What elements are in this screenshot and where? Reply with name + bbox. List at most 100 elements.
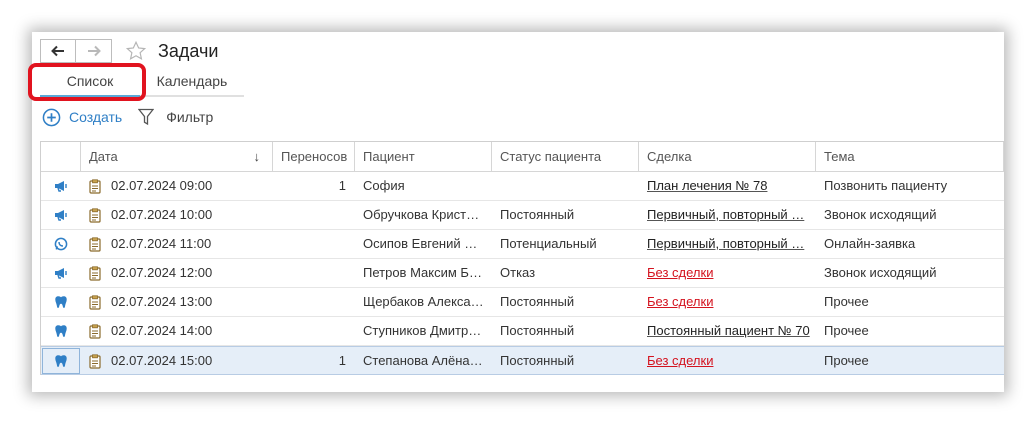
column-header-deal[interactable]: Сделка (639, 142, 816, 172)
deal-link[interactable]: Постоянный пациент № 70 (647, 323, 810, 338)
topic-cell[interactable]: Прочее (816, 317, 1004, 345)
tooth-icon (54, 324, 68, 339)
column-header-date-label: Дата (89, 149, 118, 164)
deal-link[interactable]: Без сделки (647, 265, 713, 280)
date-value: 02.07.2024 12:00 (111, 265, 213, 280)
sort-descending-icon: ↓ (253, 149, 261, 164)
task-type-cell[interactable] (41, 230, 81, 258)
patient-cell[interactable]: Осипов Евгений … (355, 230, 492, 258)
date-value: 02.07.2024 11:00 (111, 236, 212, 251)
whatsapp-icon (54, 237, 68, 251)
create-button[interactable]: Создать (42, 108, 122, 127)
task-type-cell[interactable] (41, 201, 81, 229)
deal-link[interactable]: Первичный, повторный … (647, 207, 804, 222)
deal-cell[interactable]: Без сделки (639, 259, 816, 287)
date-value: 02.07.2024 13:00 (111, 294, 213, 309)
transfers-cell[interactable] (273, 288, 355, 316)
column-header-transfers[interactable]: Переносов (273, 142, 355, 172)
deal-cell[interactable]: Без сделки (639, 347, 816, 375)
transfers-cell[interactable] (273, 317, 355, 345)
patient-status-cell[interactable]: Постоянный (492, 317, 639, 345)
column-header-type[interactable] (41, 142, 81, 172)
view-tabs: Список Календарь (40, 73, 244, 98)
task-type-cell[interactable] (41, 259, 81, 287)
tab-list[interactable]: Список (40, 73, 140, 98)
patient-status-cell[interactable]: Постоянный (492, 288, 639, 316)
forward-button[interactable] (76, 39, 112, 63)
task-type-cell[interactable] (41, 347, 81, 375)
patient-cell[interactable]: Петров Максим Б… (355, 259, 492, 287)
table-row[interactable]: 02.07.2024 09:00 1 София План лечения № 78 П… (41, 172, 1004, 201)
patient-status-cell[interactable]: Отказ (492, 259, 639, 287)
patient-status-cell[interactable] (492, 172, 639, 200)
column-header-patient[interactable]: Пациент (355, 142, 492, 172)
date-cell[interactable]: 02.07.2024 10:00 (81, 201, 273, 229)
task-type-cell[interactable] (41, 172, 81, 200)
topic-cell[interactable]: Звонок исходящий (816, 201, 1004, 229)
filter-button-label: Фильтр (166, 109, 214, 125)
table-row[interactable]: 02.07.2024 15:00 1 Степанова Алёна… Постоян… (41, 346, 1004, 375)
transfers-cell[interactable]: 1 (273, 347, 355, 375)
column-header-patient-status[interactable]: Статус пациента (492, 142, 639, 172)
deal-link[interactable]: Первичный, повторный … (647, 236, 804, 251)
clipboard-icon (89, 178, 101, 194)
date-cell[interactable]: 02.07.2024 12:00 (81, 259, 273, 287)
topic-cell[interactable]: Позвонить пациенту (816, 172, 1004, 200)
table-row[interactable]: 02.07.2024 14:00 Ступников Дмитр… Постоянн… (41, 317, 1004, 346)
table-row[interactable]: 02.07.2024 10:00 Обручкова Крист… Постоянн… (41, 201, 1004, 230)
table-row[interactable]: 02.07.2024 11:00 Осипов Евгений … Потенциа… (41, 230, 1004, 259)
patient-cell[interactable]: Ступников Дмитр… (355, 317, 492, 345)
date-value: 02.07.2024 14:00 (111, 323, 213, 338)
table-row[interactable]: 02.07.2024 12:00 Петров Максим Б… Отказ Без… (41, 259, 1004, 288)
tooth-icon (54, 295, 68, 310)
patient-cell[interactable]: Степанова Алёна… (355, 347, 492, 375)
deal-link[interactable]: Без сделки (647, 294, 713, 309)
deal-cell[interactable]: Без сделки (639, 288, 816, 316)
navigation-buttons (40, 39, 112, 63)
clipboard-icon (89, 236, 101, 252)
transfers-cell[interactable] (273, 259, 355, 287)
patient-status-cell[interactable]: Потенциальный (492, 230, 639, 258)
topic-cell[interactable]: Звонок исходящий (816, 259, 1004, 287)
patient-cell[interactable]: София (355, 172, 492, 200)
deal-cell[interactable]: Постоянный пациент № 70 (639, 317, 816, 345)
deal-link[interactable]: Без сделки (647, 353, 713, 368)
tasks-window: Задачи Список Календарь Создать Фильтр Д… (28, 32, 1004, 392)
transfers-cell[interactable] (273, 230, 355, 258)
transfers-cell[interactable]: 1 (273, 172, 355, 200)
megaphone-icon (54, 180, 68, 192)
deal-cell[interactable]: План лечения № 78 (639, 172, 816, 200)
table-row[interactable]: 02.07.2024 13:00 Щербаков Алекса… Постоянн… (41, 288, 1004, 317)
date-value: 02.07.2024 09:00 (111, 178, 213, 193)
back-button[interactable] (40, 39, 76, 63)
task-type-cell[interactable] (41, 288, 81, 316)
create-button-label: Создать (69, 109, 123, 125)
date-cell[interactable]: 02.07.2024 15:00 (81, 347, 273, 375)
tasks-table: Дата ↓ Переносов Пациент Статус пациента… (40, 141, 1004, 375)
topic-cell[interactable]: Прочее (816, 347, 1004, 375)
star-icon[interactable] (125, 40, 147, 62)
table-body: 02.07.2024 09:00 1 София План лечения № 78 П… (41, 172, 1004, 375)
column-header-topic[interactable]: Тема (816, 142, 1004, 172)
date-cell[interactable]: 02.07.2024 11:00 (81, 230, 273, 258)
deal-cell[interactable]: Первичный, повторный … (639, 230, 816, 258)
megaphone-icon (54, 209, 68, 221)
patient-status-cell[interactable]: Постоянный (492, 347, 639, 375)
filter-button[interactable]: Фильтр (138, 108, 213, 126)
patient-cell[interactable]: Обручкова Крист… (355, 201, 492, 229)
patient-status-cell[interactable]: Постоянный (492, 201, 639, 229)
transfers-cell[interactable] (273, 201, 355, 229)
patient-cell[interactable]: Щербаков Алекса… (355, 288, 492, 316)
tab-calendar[interactable]: Календарь (140, 73, 244, 97)
deal-link[interactable]: План лечения № 78 (647, 178, 767, 193)
column-header-date[interactable]: Дата ↓ (81, 142, 273, 172)
date-cell[interactable]: 02.07.2024 09:00 (81, 172, 273, 200)
date-cell[interactable]: 02.07.2024 13:00 (81, 288, 273, 316)
table-header: Дата ↓ Переносов Пациент Статус пациента… (41, 142, 1004, 172)
task-type-cell[interactable] (41, 317, 81, 345)
topic-cell[interactable]: Прочее (816, 288, 1004, 316)
funnel-icon (138, 108, 155, 126)
topic-cell[interactable]: Онлайн-заявка (816, 230, 1004, 258)
deal-cell[interactable]: Первичный, повторный … (639, 201, 816, 229)
date-cell[interactable]: 02.07.2024 14:00 (81, 317, 273, 345)
